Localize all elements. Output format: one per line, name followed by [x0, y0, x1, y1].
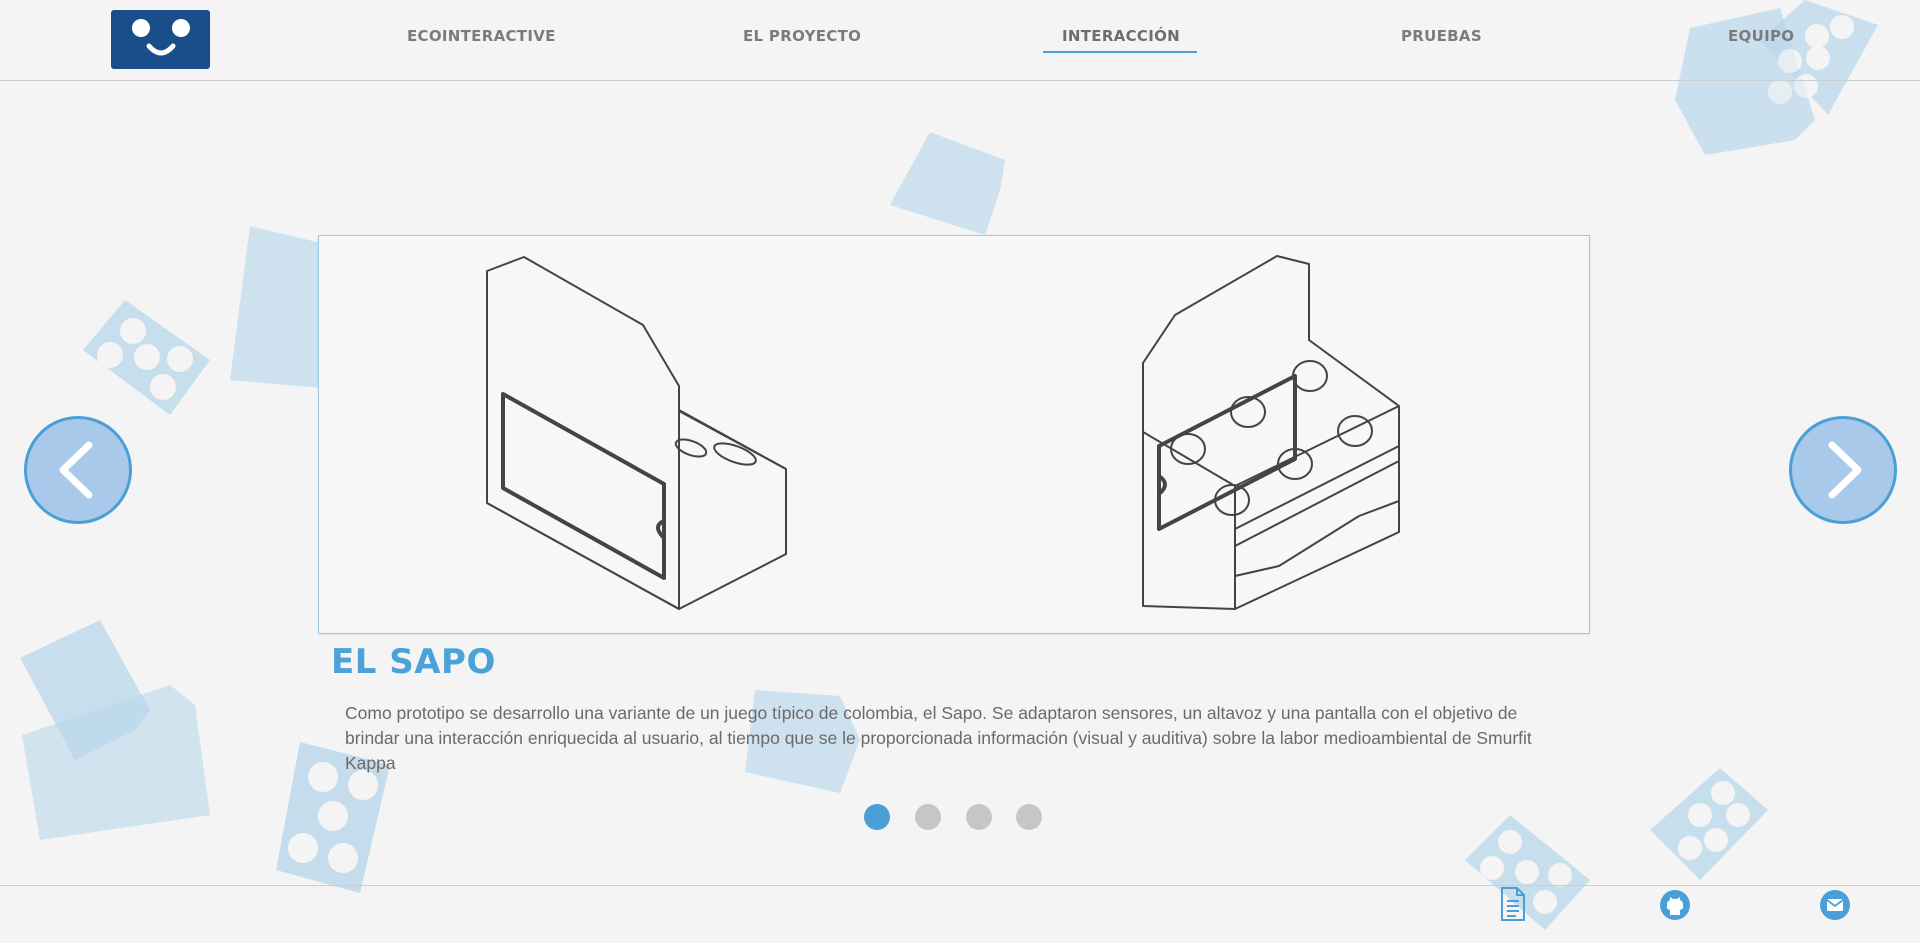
- carousel-dot-2[interactable]: [915, 804, 941, 830]
- slide-description: Como prototipo se desarrollo una variant…: [345, 703, 1532, 773]
- document-icon: [1501, 887, 1525, 921]
- footer-bar: [0, 885, 1920, 943]
- sapo-back-view-drawing: [1142, 255, 1400, 610]
- github-link[interactable]: [1659, 889, 1691, 925]
- mail-icon: [1820, 890, 1850, 920]
- mail-link[interactable]: [1819, 889, 1851, 925]
- document-link[interactable]: [1499, 886, 1527, 926]
- nav-item-ecointeractive[interactable]: ECOINTERACTIVE: [407, 27, 556, 45]
- carousel-dot-3[interactable]: [966, 804, 992, 830]
- carousel-dot-1[interactable]: [864, 804, 890, 830]
- nav-item-el-proyecto[interactable]: EL PROYECTO: [743, 27, 861, 45]
- next-slide-button[interactable]: [1789, 416, 1897, 524]
- smiley-face-icon: [132, 19, 190, 56]
- github-icon: [1660, 890, 1690, 920]
- nav-item-interaccion[interactable]: INTERACCIÓN: [1062, 27, 1180, 45]
- top-navigation-bar: ECOINTERACTIVE EL PROYECTO INTERACCIÓN P…: [0, 0, 1920, 81]
- sapo-prototype-illustration: [486, 255, 1400, 610]
- nav-item-equipo[interactable]: EQUIPO: [1728, 27, 1794, 45]
- active-nav-underline: [1043, 51, 1197, 53]
- nav-item-pruebas[interactable]: PRUEBAS: [1401, 27, 1482, 45]
- logo[interactable]: [111, 10, 210, 69]
- chevron-right-icon: [1828, 441, 1862, 499]
- sapo-front-view-drawing: [486, 256, 787, 610]
- previous-slide-button[interactable]: [24, 416, 132, 524]
- carousel-dot-4[interactable]: [1016, 804, 1042, 830]
- slide-title: EL SAPO: [331, 642, 496, 682]
- chevron-left-icon: [59, 441, 93, 499]
- carousel-slide-image: [318, 235, 1590, 634]
